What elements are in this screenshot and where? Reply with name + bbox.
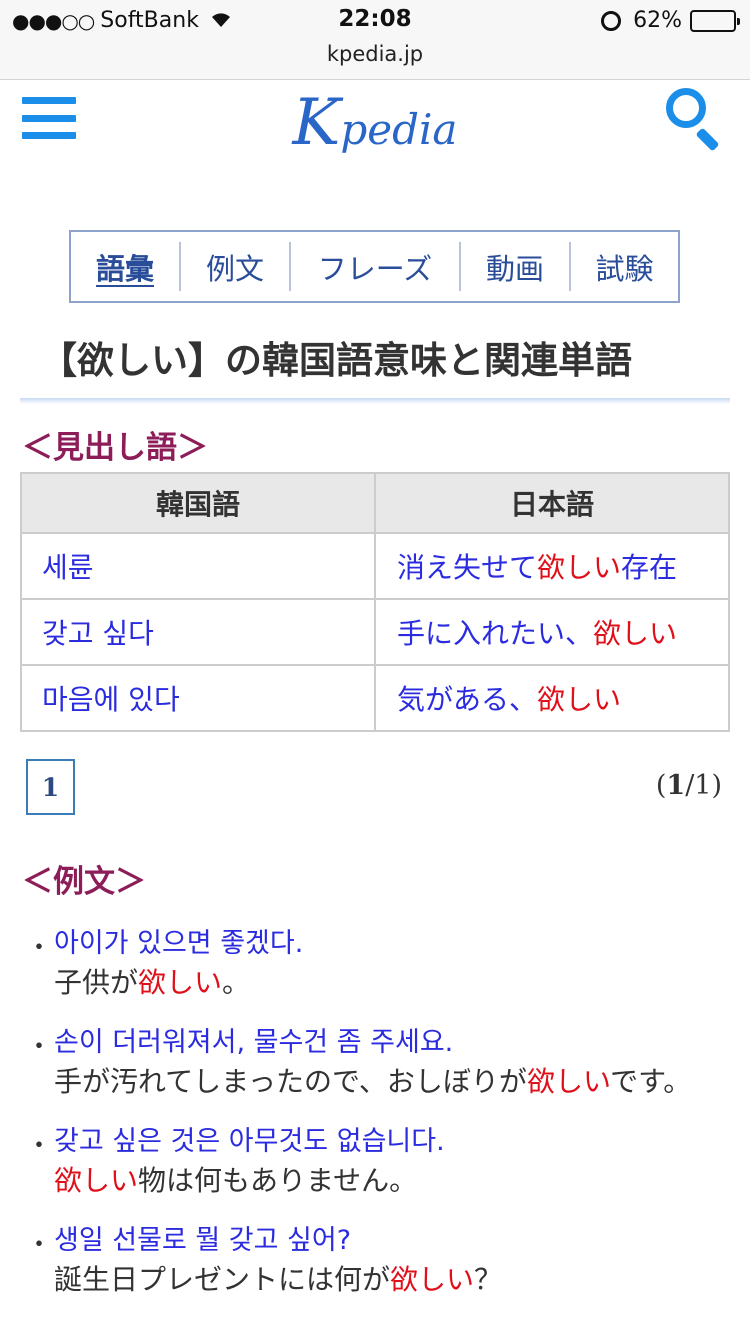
battery-group: 62% bbox=[601, 8, 740, 33]
meaning-highlight: 欲しい bbox=[537, 551, 622, 584]
translation-text: 誕生日プレゼントには何が bbox=[54, 1263, 391, 1296]
translation-text: ？ bbox=[474, 1263, 503, 1296]
translation-text: 物は何もありません。 bbox=[138, 1164, 418, 1197]
status-bar: ●●●○○ SoftBank 22:08 62% kpedia.jp bbox=[0, 0, 750, 80]
meaning-text: 気がある、 bbox=[397, 683, 538, 716]
translation-text: 手が汚れてしまったので、おしぼりが bbox=[54, 1065, 527, 1098]
headword-table: 韓国語 日本語 세륜 消え失せて欲しい存在 갖고 싶다 手に入れたい、欲しい 마… bbox=[20, 472, 730, 732]
japanese-meaning: 手に入れたい、欲しい bbox=[374, 598, 730, 666]
logo-text: pedia bbox=[340, 105, 458, 154]
japanese-translation: 手が汚れてしまったので、おしぼりが欲しいです。 bbox=[54, 1061, 732, 1103]
tab-phrases[interactable]: フレーズ bbox=[291, 242, 461, 291]
translation-highlight: 欲しい bbox=[54, 1164, 139, 1197]
tab-exams[interactable]: 試験 bbox=[571, 242, 678, 291]
table-row[interactable]: 마음에 있다 気がある、欲しい bbox=[20, 664, 730, 732]
japanese-translation: 欲しい物は何もありません。 bbox=[54, 1160, 732, 1202]
list-item: ・ 아이가 있으면 좋겠다. 子供が欲しい。 bbox=[22, 925, 732, 1004]
meaning-text: 消え失せて bbox=[397, 551, 538, 584]
bullet: ・ bbox=[26, 1131, 53, 1161]
korean-sentence-link[interactable]: 아이가 있으면 좋겠다. bbox=[54, 925, 732, 962]
page-button[interactable]: 1 bbox=[26, 759, 75, 815]
translation-highlight: 欲しい bbox=[390, 1263, 475, 1296]
list-item: ・ 생일 선물로 뭘 갖고 싶어? 誕生日プレゼントには何が欲しい？ bbox=[22, 1222, 732, 1301]
bullet: ・ bbox=[26, 1032, 53, 1062]
korean-sentence-link[interactable]: 갖고 싶은 것은 아무것도 없습니다. bbox=[54, 1123, 732, 1160]
table-row[interactable]: 세륜 消え失せて欲しい存在 bbox=[20, 532, 730, 600]
korean-word-link[interactable]: 세륜 bbox=[20, 532, 376, 600]
column-header-japanese: 日本語 bbox=[374, 472, 730, 534]
table-row[interactable]: 갖고 싶다 手に入れたい、欲しい bbox=[20, 598, 730, 666]
tab-vocabulary[interactable]: 語彙 bbox=[71, 242, 181, 291]
examples-heading: ＜例文＞ bbox=[22, 864, 146, 900]
battery-percent: 62% bbox=[633, 8, 682, 33]
page-count: (1/1) bbox=[656, 770, 722, 801]
meaning-text: 手に入れたい、 bbox=[397, 617, 594, 650]
tab-videos[interactable]: 動画 bbox=[461, 242, 571, 291]
title-divider bbox=[20, 398, 730, 404]
korean-word-link[interactable]: 갖고 싶다 bbox=[20, 598, 376, 666]
translation-text: 。 bbox=[222, 966, 251, 999]
table-header-row: 韓国語 日本語 bbox=[20, 472, 730, 534]
korean-word-link[interactable]: 마음에 있다 bbox=[20, 664, 376, 732]
japanese-meaning: 気がある、欲しい bbox=[374, 664, 730, 732]
translation-text: 子供が bbox=[54, 966, 139, 999]
category-tabs: 語彙 例文 フレーズ 動画 試験 bbox=[69, 230, 680, 303]
translation-highlight: 欲しい bbox=[526, 1065, 611, 1098]
headword-heading: ＜見出し語＞ bbox=[22, 430, 208, 466]
japanese-meaning: 消え失せて欲しい存在 bbox=[374, 532, 730, 600]
url-bar[interactable]: kpedia.jp bbox=[0, 42, 750, 66]
search-icon[interactable] bbox=[664, 88, 726, 152]
column-header-korean: 韓国語 bbox=[20, 472, 376, 534]
logo-initial: K bbox=[292, 86, 341, 160]
tab-examples[interactable]: 例文 bbox=[181, 242, 291, 291]
alarm-icon bbox=[601, 10, 622, 31]
page-count-current: 1 bbox=[666, 770, 686, 801]
page-count-total: /1) bbox=[685, 770, 722, 801]
meaning-highlight: 欲しい bbox=[593, 617, 678, 650]
korean-sentence-link[interactable]: 생일 선물로 뭘 갖고 싶어? bbox=[54, 1222, 732, 1259]
japanese-translation: 子供が欲しい。 bbox=[54, 962, 732, 1004]
example-list: ・ 아이가 있으면 좋겠다. 子供が欲しい。 ・ 손이 더러워져서, 물수건 좀… bbox=[22, 925, 732, 1321]
page-count-open: ( bbox=[655, 770, 667, 801]
korean-sentence-link[interactable]: 손이 더러워져서, 물수건 좀 주세요. bbox=[54, 1024, 732, 1061]
translation-highlight: 欲しい bbox=[138, 966, 223, 999]
list-item: ・ 손이 더러워져서, 물수건 좀 주세요. 手が汚れてしまったので、おしぼりが… bbox=[22, 1024, 732, 1103]
meaning-text: 存在 bbox=[621, 551, 678, 584]
bullet: ・ bbox=[26, 933, 53, 963]
meaning-highlight: 欲しい bbox=[537, 683, 622, 716]
bullet: ・ bbox=[26, 1230, 53, 1260]
japanese-translation: 誕生日プレゼントには何が欲しい？ bbox=[54, 1259, 732, 1301]
list-item: ・ 갖고 싶은 것은 아무것도 없습니다. 欲しい物は何もありません。 bbox=[22, 1123, 732, 1202]
translation-text: です。 bbox=[610, 1065, 692, 1098]
page-title: 【欲しい】の韓国語意味と関連単語 bbox=[40, 339, 632, 382]
battery-icon bbox=[690, 9, 740, 32]
site-logo[interactable]: Kpedia bbox=[0, 86, 750, 160]
